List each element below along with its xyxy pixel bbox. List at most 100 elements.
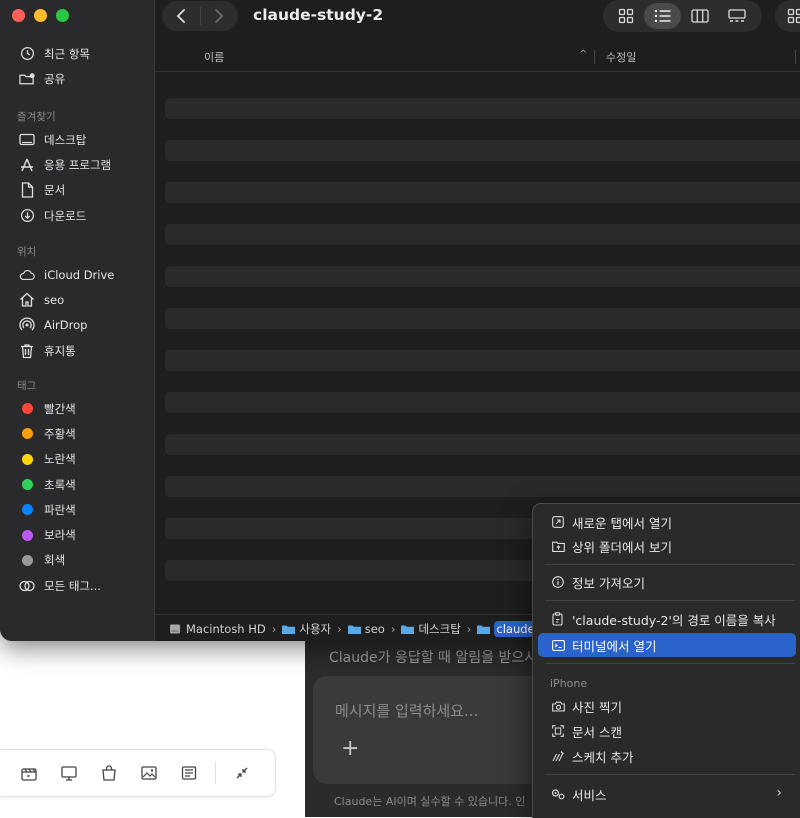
home-icon [19,292,35,308]
new-tab-icon [551,515,565,529]
empty-row [165,182,800,203]
empty-row [165,98,800,119]
all-tags-icon [19,578,35,594]
toolbar-divider [215,762,216,784]
sidebar-item-tag-purple[interactable]: 보라색 [0,522,154,547]
window-controls [12,9,69,22]
path-separator: › [272,622,277,636]
empty-row [165,392,800,413]
menu-item-take-photo[interactable]: 사진 찍기 [538,694,796,718]
sidebar-locations-group: 위치 iCloud Drive seo AirDrop [0,242,154,363]
folder-icon [282,624,295,634]
ai-disclaimer: Claude는 AI이며 실수할 수 있습니다. 인 [334,793,525,809]
path-segment-desktop[interactable]: 데스크탑 [401,621,460,637]
menu-item-open-new-tab[interactable]: 새로운 탭에서 열기 [538,510,796,534]
sidebar-item-tag-yellow[interactable]: 노란색 [0,447,154,472]
monitor-icon[interactable] [49,753,89,793]
sidebar-tags-group: 태그 빨간색 주황색 노란색 초록색 파란색 [0,376,154,598]
minimize-window-button[interactable] [34,9,47,22]
menu-item-services[interactable]: 서비스 › [538,782,796,806]
column-name-header[interactable]: 이름 [204,49,224,65]
sidebar-item-icloud[interactable]: iCloud Drive [0,262,154,287]
sidebar-item-shared[interactable]: 공유 [0,66,154,91]
column-view-button[interactable] [681,3,718,29]
list-icon [654,9,672,23]
clock-icon [19,46,35,62]
icon-view-button[interactable] [607,3,644,29]
empty-row [165,434,800,455]
collapse-icon[interactable] [222,753,262,793]
path-separator: › [467,622,472,636]
path-segment-current-folder[interactable]: claude [477,621,537,637]
add-attachment-button[interactable]: + [341,738,359,760]
sidebar-heading-tags: 태그 [0,376,154,396]
sidebar-item-tag-green[interactable]: 초록색 [0,472,154,497]
shopping-bag-icon[interactable] [89,753,129,793]
view-mode-selector [603,0,762,32]
download-icon [19,208,35,224]
menu-item-add-sketch[interactable]: 스케치 추가 [538,744,796,768]
group-grid-icon [787,8,800,24]
column-divider[interactable] [594,50,595,64]
sidebar-item-downloads[interactable]: 다운로드 [0,203,154,228]
gallery-icon [728,9,746,23]
path-segment-seo[interactable]: seo [348,622,385,636]
list-view-button[interactable] [644,3,681,29]
sidebar-item-tag-orange[interactable]: 주황색 [0,421,154,446]
menu-heading-iphone: iPhone [550,677,587,690]
sidebar-item-documents[interactable]: 문서 [0,178,154,203]
close-window-button[interactable] [12,9,25,22]
path-segment-macintosh-hd[interactable]: Macintosh HD [169,622,266,636]
menu-separator [545,600,795,601]
tag-yellow-dot-icon [22,454,33,465]
sidebar-item-recents[interactable]: 최근 항목 [0,41,154,66]
menu-item-show-enclosing-folder[interactable]: 상위 폴더에서 보기 [538,534,796,558]
message-input[interactable]: 메시지를 입력하세요... [335,700,478,721]
menu-item-scan-document[interactable]: 문서 스캔 [538,719,796,743]
sidebar-item-airdrop[interactable]: AirDrop [0,313,154,338]
chevron-right-icon: › [776,785,782,801]
airdrop-icon [19,317,35,333]
grid-icon [618,8,634,24]
window-title: claude-study-2 [253,6,383,24]
column-modified-header[interactable]: 수정일 [606,49,636,65]
column-header: 이름 ^ 수정일 [155,45,800,72]
sidebar-item-tag-gray[interactable]: 회색 [0,548,154,573]
zoom-window-button[interactable] [56,9,69,22]
finder-toolbar: claude-study-2 [155,0,800,34]
document-icon [19,182,35,198]
back-button[interactable] [162,1,200,31]
empty-row [165,308,800,329]
folder-icon [401,624,414,634]
newspaper-icon[interactable] [169,753,209,793]
shared-folder-icon [19,71,35,87]
path-segment-users[interactable]: 사용자 [282,621,331,637]
menu-separator [545,663,795,664]
folder-icon [348,624,361,634]
sidebar-item-applications[interactable]: 응용 프로그램 [0,152,154,177]
sidebar-item-all-tags[interactable]: 모든 태그... [0,573,154,598]
sidebar-item-tag-blue[interactable]: 파란색 [0,497,154,522]
tag-gray-dot-icon [22,555,33,566]
column-divider[interactable] [795,50,796,64]
image-icon[interactable] [129,753,169,793]
sidebar-recents-group: 최근 항목 공유 [0,41,154,92]
background-app-window [0,640,306,817]
sidebar-item-home[interactable]: seo [0,287,154,312]
gallery-view-button[interactable] [718,3,755,29]
mini-toolbar [0,749,276,797]
sidebar-item-trash[interactable]: 휴지통 [0,338,154,363]
notification-prompt[interactable]: Claude가 응답할 때 알림을 받으시 [329,647,537,667]
clapperboard-icon[interactable] [9,753,49,793]
menu-item-open-terminal[interactable]: 터미널에서 열기 [538,633,796,657]
folder-icon [477,624,490,634]
sidebar-item-desktop[interactable]: 데스크탑 [0,127,154,152]
menu-item-copy-path[interactable]: 'claude-study-2'의 경로 이름을 복사 [538,607,796,631]
sidebar-item-tag-red[interactable]: 빨간색 [0,396,154,421]
forward-button[interactable] [200,1,238,31]
menu-separator [545,564,795,565]
sidebar-favorites-group: 즐겨찾기 데스크탑 응용 프로그램 문서 [0,107,154,228]
menu-item-get-info[interactable]: 정보 가져오기 [538,570,796,594]
navigation-buttons [162,1,238,31]
group-button[interactable] [775,0,800,32]
